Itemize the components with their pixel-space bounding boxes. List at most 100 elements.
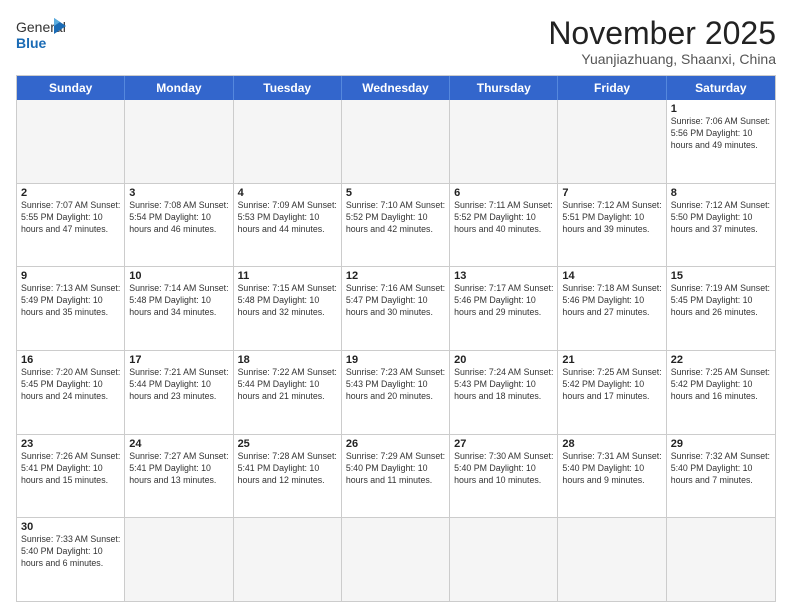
day-number: 3	[129, 187, 228, 199]
calendar-cell: 20Sunrise: 7:24 AM Sunset: 5:43 PM Dayli…	[450, 351, 558, 434]
calendar-cell	[125, 518, 233, 601]
calendar-cell	[234, 518, 342, 601]
day-number: 6	[454, 187, 553, 199]
cell-info: Sunrise: 7:23 AM Sunset: 5:43 PM Dayligh…	[346, 367, 445, 403]
day-number: 27	[454, 438, 553, 450]
calendar: SundayMondayTuesdayWednesdayThursdayFrid…	[16, 75, 776, 602]
calendar-cell	[234, 100, 342, 183]
calendar-cell	[667, 518, 775, 601]
header-cell-friday: Friday	[558, 76, 666, 100]
day-number: 9	[21, 270, 120, 282]
cell-info: Sunrise: 7:26 AM Sunset: 5:41 PM Dayligh…	[21, 451, 120, 487]
calendar-row-1: 2Sunrise: 7:07 AM Sunset: 5:55 PM Daylig…	[17, 183, 775, 267]
calendar-cell: 25Sunrise: 7:28 AM Sunset: 5:41 PM Dayli…	[234, 435, 342, 518]
calendar-cell: 23Sunrise: 7:26 AM Sunset: 5:41 PM Dayli…	[17, 435, 125, 518]
day-number: 4	[238, 187, 337, 199]
cell-info: Sunrise: 7:11 AM Sunset: 5:52 PM Dayligh…	[454, 200, 553, 236]
calendar-cell: 14Sunrise: 7:18 AM Sunset: 5:46 PM Dayli…	[558, 267, 666, 350]
calendar-cell: 6Sunrise: 7:11 AM Sunset: 5:52 PM Daylig…	[450, 184, 558, 267]
header-cell-thursday: Thursday	[450, 76, 558, 100]
cell-info: Sunrise: 7:31 AM Sunset: 5:40 PM Dayligh…	[562, 451, 661, 487]
cell-info: Sunrise: 7:20 AM Sunset: 5:45 PM Dayligh…	[21, 367, 120, 403]
logo: General Blue	[16, 16, 66, 52]
day-number: 26	[346, 438, 445, 450]
cell-info: Sunrise: 7:07 AM Sunset: 5:55 PM Dayligh…	[21, 200, 120, 236]
day-number: 12	[346, 270, 445, 282]
calendar-cell: 7Sunrise: 7:12 AM Sunset: 5:51 PM Daylig…	[558, 184, 666, 267]
calendar-cell: 5Sunrise: 7:10 AM Sunset: 5:52 PM Daylig…	[342, 184, 450, 267]
calendar-row-4: 23Sunrise: 7:26 AM Sunset: 5:41 PM Dayli…	[17, 434, 775, 518]
calendar-cell: 3Sunrise: 7:08 AM Sunset: 5:54 PM Daylig…	[125, 184, 233, 267]
day-number: 24	[129, 438, 228, 450]
calendar-cell: 10Sunrise: 7:14 AM Sunset: 5:48 PM Dayli…	[125, 267, 233, 350]
cell-info: Sunrise: 7:10 AM Sunset: 5:52 PM Dayligh…	[346, 200, 445, 236]
cell-info: Sunrise: 7:18 AM Sunset: 5:46 PM Dayligh…	[562, 283, 661, 319]
day-number: 17	[129, 354, 228, 366]
calendar-cell: 2Sunrise: 7:07 AM Sunset: 5:55 PM Daylig…	[17, 184, 125, 267]
cell-info: Sunrise: 7:30 AM Sunset: 5:40 PM Dayligh…	[454, 451, 553, 487]
day-number: 2	[21, 187, 120, 199]
calendar-cell: 13Sunrise: 7:17 AM Sunset: 5:46 PM Dayli…	[450, 267, 558, 350]
cell-info: Sunrise: 7:15 AM Sunset: 5:48 PM Dayligh…	[238, 283, 337, 319]
calendar-body: 1Sunrise: 7:06 AM Sunset: 5:56 PM Daylig…	[17, 100, 775, 601]
calendar-cell: 22Sunrise: 7:25 AM Sunset: 5:42 PM Dayli…	[667, 351, 775, 434]
header: General Blue November 2025 Yuanjiazhuang…	[16, 16, 776, 67]
calendar-cell	[558, 100, 666, 183]
cell-info: Sunrise: 7:25 AM Sunset: 5:42 PM Dayligh…	[671, 367, 771, 403]
day-number: 25	[238, 438, 337, 450]
calendar-cell: 12Sunrise: 7:16 AM Sunset: 5:47 PM Dayli…	[342, 267, 450, 350]
cell-info: Sunrise: 7:22 AM Sunset: 5:44 PM Dayligh…	[238, 367, 337, 403]
day-number: 30	[21, 521, 120, 533]
day-number: 7	[562, 187, 661, 199]
calendar-cell: 4Sunrise: 7:09 AM Sunset: 5:53 PM Daylig…	[234, 184, 342, 267]
calendar-cell: 8Sunrise: 7:12 AM Sunset: 5:50 PM Daylig…	[667, 184, 775, 267]
calendar-cell: 11Sunrise: 7:15 AM Sunset: 5:48 PM Dayli…	[234, 267, 342, 350]
title-block: November 2025 Yuanjiazhuang, Shaanxi, Ch…	[548, 16, 776, 67]
calendar-row-0: 1Sunrise: 7:06 AM Sunset: 5:56 PM Daylig…	[17, 100, 775, 183]
calendar-cell: 29Sunrise: 7:32 AM Sunset: 5:40 PM Dayli…	[667, 435, 775, 518]
cell-info: Sunrise: 7:24 AM Sunset: 5:43 PM Dayligh…	[454, 367, 553, 403]
page: General Blue November 2025 Yuanjiazhuang…	[0, 0, 792, 612]
cell-info: Sunrise: 7:12 AM Sunset: 5:50 PM Dayligh…	[671, 200, 771, 236]
calendar-cell	[450, 100, 558, 183]
cell-info: Sunrise: 7:14 AM Sunset: 5:48 PM Dayligh…	[129, 283, 228, 319]
cell-info: Sunrise: 7:27 AM Sunset: 5:41 PM Dayligh…	[129, 451, 228, 487]
calendar-cell	[450, 518, 558, 601]
day-number: 28	[562, 438, 661, 450]
day-number: 14	[562, 270, 661, 282]
day-number: 18	[238, 354, 337, 366]
calendar-row-5: 30Sunrise: 7:33 AM Sunset: 5:40 PM Dayli…	[17, 517, 775, 601]
cell-info: Sunrise: 7:28 AM Sunset: 5:41 PM Dayligh…	[238, 451, 337, 487]
day-number: 20	[454, 354, 553, 366]
cell-info: Sunrise: 7:32 AM Sunset: 5:40 PM Dayligh…	[671, 451, 771, 487]
calendar-row-2: 9Sunrise: 7:13 AM Sunset: 5:49 PM Daylig…	[17, 266, 775, 350]
cell-info: Sunrise: 7:06 AM Sunset: 5:56 PM Dayligh…	[671, 116, 771, 152]
day-number: 11	[238, 270, 337, 282]
cell-info: Sunrise: 7:25 AM Sunset: 5:42 PM Dayligh…	[562, 367, 661, 403]
day-number: 16	[21, 354, 120, 366]
cell-info: Sunrise: 7:19 AM Sunset: 5:45 PM Dayligh…	[671, 283, 771, 319]
day-number: 1	[671, 103, 771, 115]
cell-info: Sunrise: 7:09 AM Sunset: 5:53 PM Dayligh…	[238, 200, 337, 236]
calendar-title: November 2025	[548, 16, 776, 51]
header-cell-monday: Monday	[125, 76, 233, 100]
cell-info: Sunrise: 7:29 AM Sunset: 5:40 PM Dayligh…	[346, 451, 445, 487]
day-number: 8	[671, 187, 771, 199]
cell-info: Sunrise: 7:12 AM Sunset: 5:51 PM Dayligh…	[562, 200, 661, 236]
calendar-cell: 19Sunrise: 7:23 AM Sunset: 5:43 PM Dayli…	[342, 351, 450, 434]
day-number: 23	[21, 438, 120, 450]
calendar-cell: 17Sunrise: 7:21 AM Sunset: 5:44 PM Dayli…	[125, 351, 233, 434]
cell-info: Sunrise: 7:08 AM Sunset: 5:54 PM Dayligh…	[129, 200, 228, 236]
header-cell-saturday: Saturday	[667, 76, 775, 100]
day-number: 10	[129, 270, 228, 282]
calendar-row-3: 16Sunrise: 7:20 AM Sunset: 5:45 PM Dayli…	[17, 350, 775, 434]
header-cell-sunday: Sunday	[17, 76, 125, 100]
day-number: 21	[562, 354, 661, 366]
calendar-cell: 27Sunrise: 7:30 AM Sunset: 5:40 PM Dayli…	[450, 435, 558, 518]
calendar-cell: 16Sunrise: 7:20 AM Sunset: 5:45 PM Dayli…	[17, 351, 125, 434]
day-number: 13	[454, 270, 553, 282]
generalblue-logo-icon: General Blue	[16, 16, 66, 52]
cell-info: Sunrise: 7:16 AM Sunset: 5:47 PM Dayligh…	[346, 283, 445, 319]
day-number: 19	[346, 354, 445, 366]
day-number: 5	[346, 187, 445, 199]
